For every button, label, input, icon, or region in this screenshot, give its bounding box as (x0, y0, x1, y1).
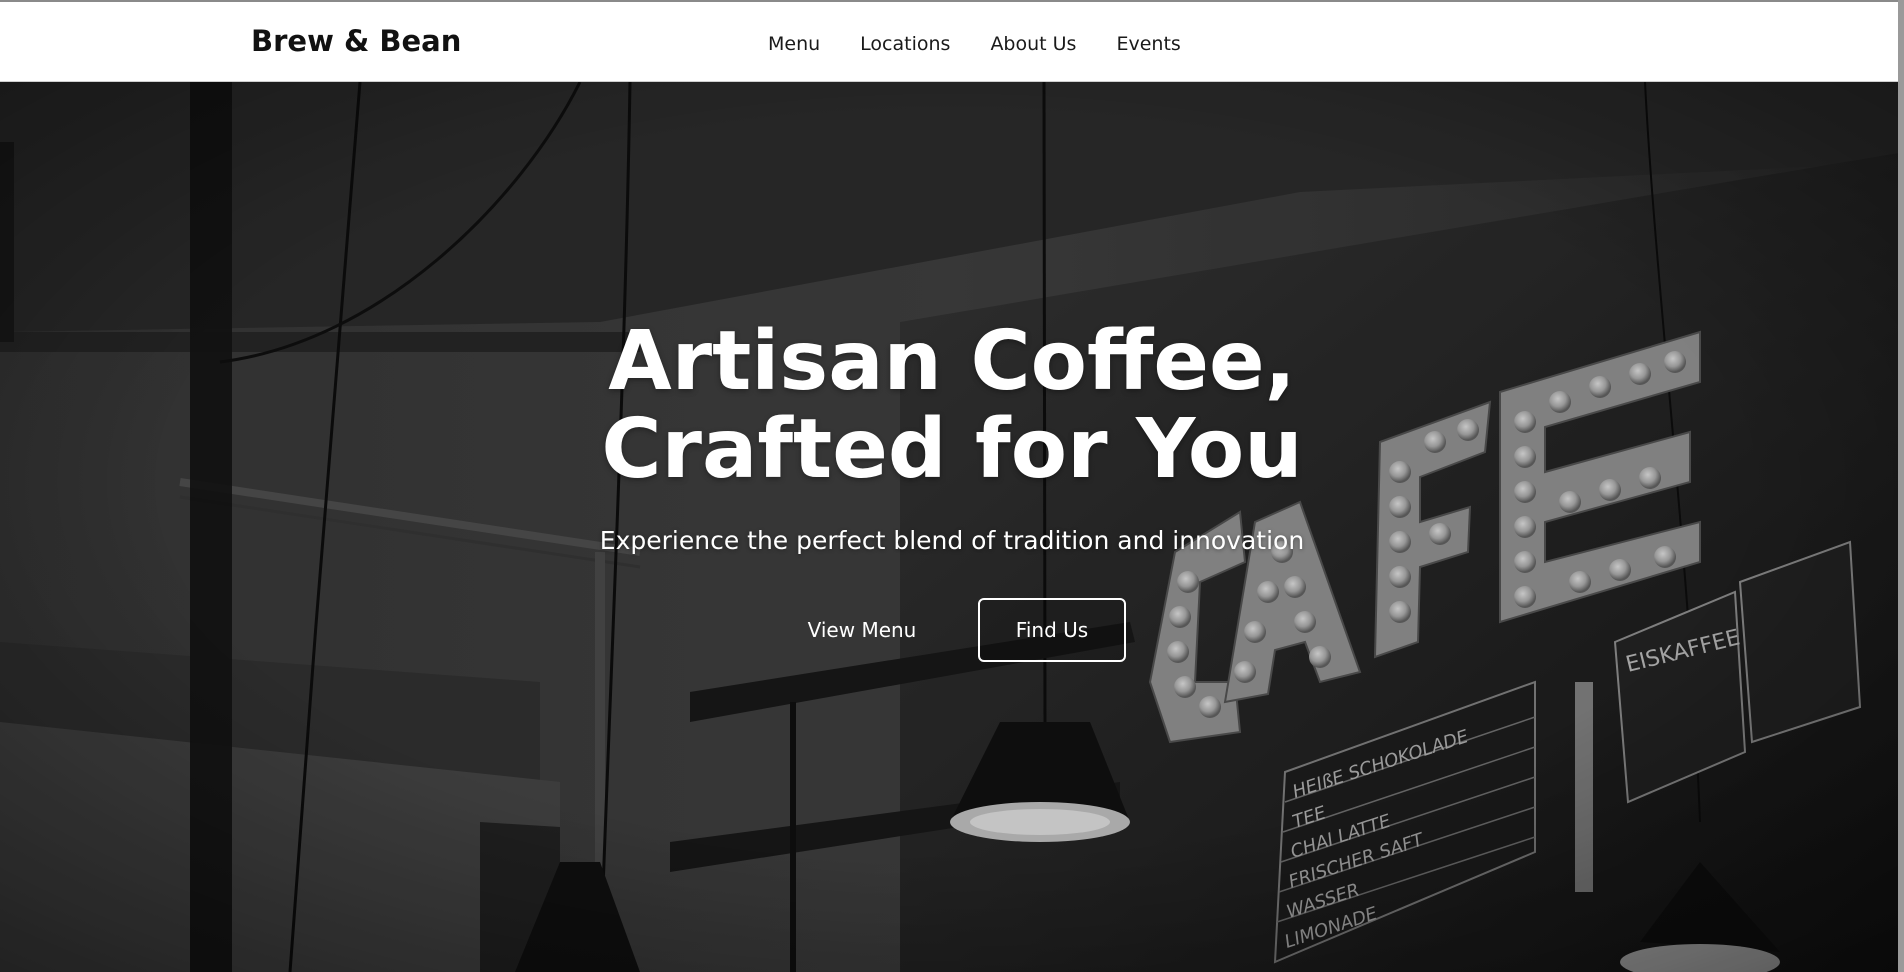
hero-title-line-2: Crafted for You (601, 402, 1303, 497)
brand-logo[interactable]: Brew & Bean (251, 24, 461, 58)
view-menu-button[interactable]: View Menu (778, 598, 946, 662)
nav-link-about-us[interactable]: About Us (990, 32, 1076, 56)
hero-subtitle: Experience the perfect blend of traditio… (599, 526, 1305, 555)
nav-link-events[interactable]: Events (1116, 32, 1180, 56)
hero-title-line-1: Artisan Coffee, (608, 314, 1296, 409)
find-us-button[interactable]: Find Us (978, 598, 1126, 662)
window-edge (1898, 0, 1904, 972)
hero-title: Artisan Coffee, Crafted for You (0, 318, 1904, 494)
hero-content: Artisan Coffee, Crafted for You Experien… (0, 82, 1904, 972)
hero-section: HEIßE SCHOKOLADE TEE CHAI LATTE FRISCHER… (0, 82, 1904, 972)
main-nav: Menu Locations About Us Events (768, 32, 1221, 56)
nav-link-locations[interactable]: Locations (860, 32, 950, 56)
nav-link-menu[interactable]: Menu (768, 32, 820, 56)
site-header: Brew & Bean Menu Locations About Us Even… (0, 0, 1904, 82)
page: Brew & Bean Menu Locations About Us Even… (0, 0, 1904, 972)
